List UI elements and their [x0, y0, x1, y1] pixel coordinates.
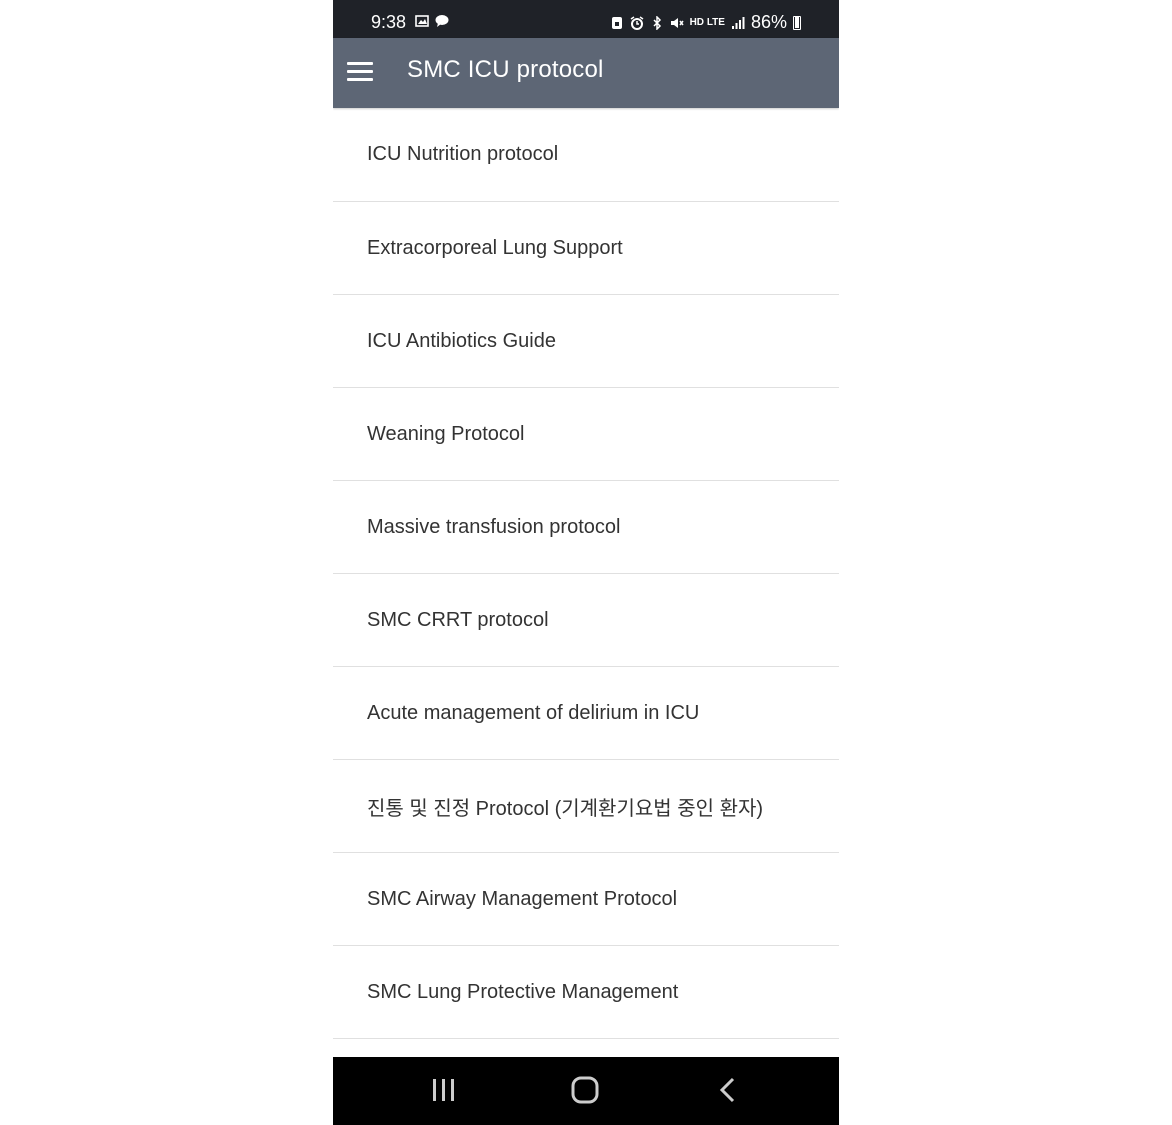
- status-time: 9:38: [371, 12, 407, 32]
- page-title: SMC ICU protocol: [407, 56, 604, 83]
- status-left-icons: [415, 14, 449, 28]
- list-item-lung-protective[interactable]: SMC Lung Protective Management: [333, 946, 839, 1039]
- battery-percent: 86%: [750, 12, 787, 32]
- alarm-icon: [630, 15, 644, 30]
- list-item-extracorporeal[interactable]: Extracorporeal Lung Support: [333, 202, 839, 295]
- gallery-icon: [415, 14, 429, 28]
- signal-icon: [731, 16, 745, 30]
- mute-icon: [670, 16, 684, 30]
- phone-screen: 9:38 HD LTE 86% SMC ICU protocol ICU Nut…: [333, 0, 839, 1125]
- network-type-label: HD LTE: [689, 17, 725, 28]
- home-icon[interactable]: [571, 1076, 599, 1104]
- list-item-transfusion[interactable]: Massive transfusion protocol: [333, 481, 839, 574]
- status-bar: 9:38 HD LTE 86%: [333, 0, 839, 38]
- list-item-delirium[interactable]: Acute management of delirium in ICU: [333, 667, 839, 760]
- screen-lock-icon: [610, 16, 624, 30]
- system-nav-bar: [333, 1057, 839, 1125]
- status-right-icons: HD LTE 86%: [610, 12, 801, 33]
- hamburger-menu-icon[interactable]: [347, 62, 373, 84]
- back-icon[interactable]: [717, 1077, 737, 1103]
- lte-label: LTE: [706, 17, 725, 28]
- app-bar: SMC ICU protocol: [333, 38, 839, 108]
- bluetooth-icon: [650, 15, 664, 30]
- talk-chat-icon: [435, 14, 449, 28]
- list-item-airway[interactable]: SMC Airway Management Protocol: [333, 853, 839, 946]
- list-item-crrt[interactable]: SMC CRRT protocol: [333, 574, 839, 667]
- list-item-sedation[interactable]: 진통 및 진정 Protocol (기계환기요법 중인 환자): [333, 760, 839, 853]
- recent-apps-icon[interactable]: [432, 1079, 456, 1101]
- protocol-list: ICU Nutrition protocol Extracorporeal Lu…: [333, 108, 839, 1039]
- list-item-nutrition[interactable]: ICU Nutrition protocol: [333, 108, 839, 202]
- list-item-antibiotics[interactable]: ICU Antibiotics Guide: [333, 295, 839, 388]
- battery-icon: [793, 15, 801, 30]
- list-item-weaning[interactable]: Weaning Protocol: [333, 388, 839, 481]
- hd-label: HD: [689, 17, 705, 28]
